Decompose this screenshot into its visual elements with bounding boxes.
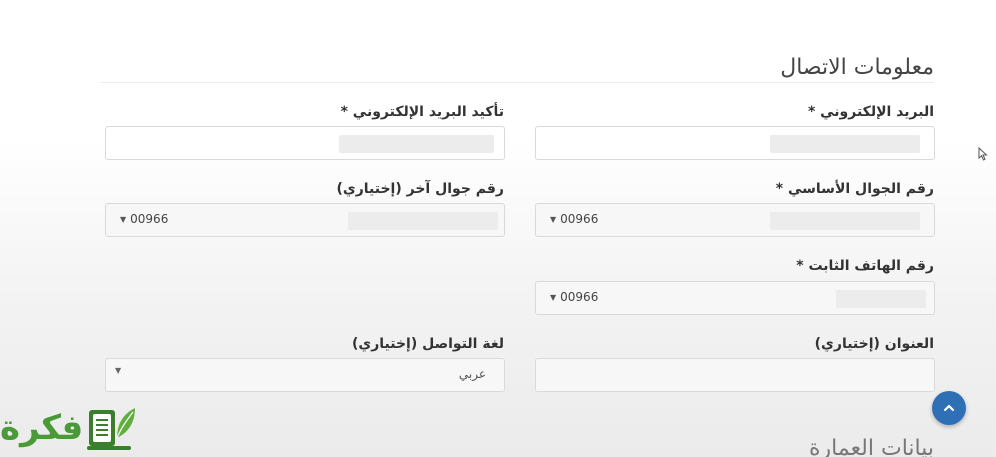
next-section-title: بيانات العمارة bbox=[809, 436, 934, 457]
email-label: البريد الإلكتروني * bbox=[807, 104, 934, 120]
logo-text: فكرة bbox=[0, 407, 84, 448]
section-divider bbox=[100, 82, 934, 83]
landline-field[interactable]: ▼ 00966 bbox=[535, 281, 935, 315]
email-field[interactable] bbox=[535, 126, 935, 160]
section-title: معلومات الاتصال bbox=[780, 55, 934, 80]
book-leaf-icon bbox=[87, 408, 136, 450]
country-code-select[interactable]: ▼ 00966 bbox=[550, 290, 598, 304]
address-field[interactable] bbox=[535, 358, 935, 392]
redacted-value bbox=[836, 290, 926, 308]
mobile-other-field[interactable]: ▼ 00966 bbox=[105, 203, 505, 237]
country-code-select[interactable]: ▼ 00966 bbox=[120, 212, 168, 226]
caret-down-icon: ▼ bbox=[120, 214, 127, 224]
mobile-main-label: رقم الجوال الأساسي * bbox=[775, 181, 934, 197]
scroll-top-button[interactable] bbox=[932, 391, 966, 425]
email-confirm-label: تأكيد البريد الإلكتروني * bbox=[340, 104, 504, 120]
address-label: العنوان (إختياري) bbox=[814, 336, 934, 352]
caret-down-icon: ▼ bbox=[115, 366, 122, 375]
caret-down-icon: ▼ bbox=[550, 214, 557, 224]
redacted-value bbox=[770, 212, 920, 230]
redacted-value bbox=[348, 212, 498, 230]
redacted-value bbox=[770, 135, 920, 153]
country-code-select[interactable]: ▼ 00966 bbox=[550, 212, 598, 226]
caret-down-icon: ▼ bbox=[550, 292, 557, 302]
redacted-value bbox=[339, 135, 494, 153]
mobile-other-label: رقم جوال آخر (إختياري) bbox=[336, 181, 504, 197]
country-code: 00966 bbox=[560, 212, 599, 226]
mouse-pointer-icon bbox=[978, 146, 989, 165]
country-code: 00966 bbox=[130, 212, 169, 226]
country-code: 00966 bbox=[560, 290, 599, 304]
site-logo: فكرة bbox=[0, 398, 160, 457]
language-value: عربي bbox=[458, 367, 486, 381]
language-select[interactable]: ▼ عربي bbox=[105, 358, 505, 392]
email-confirm-field[interactable] bbox=[105, 126, 505, 160]
mobile-main-field[interactable]: ▼ 00966 bbox=[535, 203, 935, 237]
language-label: لغة التواصل (إختياري) bbox=[351, 336, 504, 352]
landline-label: رقم الهاتف الثابت * bbox=[796, 258, 934, 274]
chevron-up-icon bbox=[943, 404, 955, 412]
